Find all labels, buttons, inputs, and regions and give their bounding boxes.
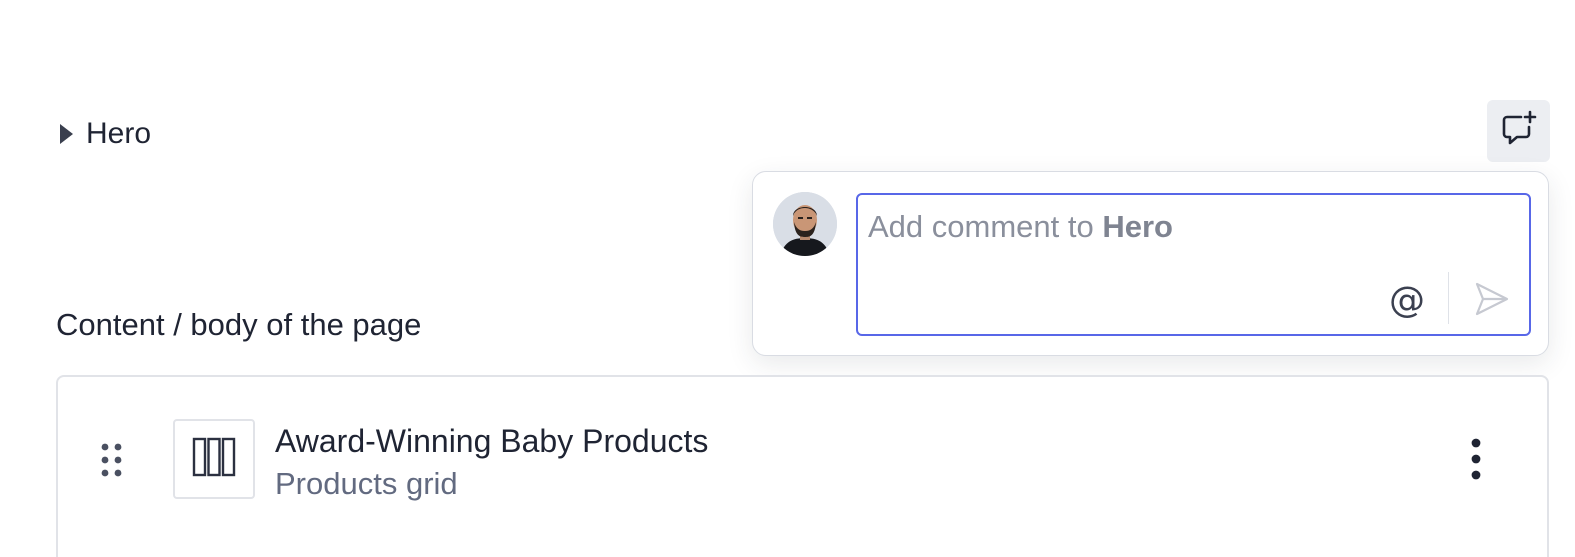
comment-plus-icon [1499, 109, 1539, 154]
hero-section-label: Hero [86, 117, 152, 150]
send-icon [1474, 281, 1510, 322]
at-icon: @ [1389, 279, 1425, 321]
comment-popover: Add comment to Hero @ [752, 171, 1549, 356]
content-block-card[interactable]: Award-Winning Baby Products Products gri… [56, 375, 1549, 557]
block-type-thumbnail [173, 419, 255, 499]
block-menu-button[interactable] [1456, 435, 1496, 487]
more-vertical-icon [1470, 437, 1482, 486]
block-subtitle: Products grid [275, 466, 458, 501]
drag-handle-icon[interactable] [100, 442, 124, 478]
divider [1448, 272, 1449, 324]
send-comment-button[interactable] [1470, 279, 1514, 323]
block-title: Award-Winning Baby Products [275, 423, 709, 459]
add-comment-button[interactable] [1487, 100, 1550, 162]
section-title: Content / body of the page [56, 307, 422, 342]
comment-placeholder: Add comment to Hero [868, 209, 1173, 244]
avatar [773, 192, 837, 256]
caret-right-icon [58, 123, 76, 145]
mention-button[interactable]: @ [1385, 278, 1429, 322]
hero-section-toggle[interactable]: Hero [58, 112, 151, 156]
columns-icon [192, 437, 236, 482]
comment-input[interactable]: Add comment to Hero @ [856, 193, 1531, 336]
page: Hero Add comment to Hero @ Content / bod… [0, 0, 1575, 557]
